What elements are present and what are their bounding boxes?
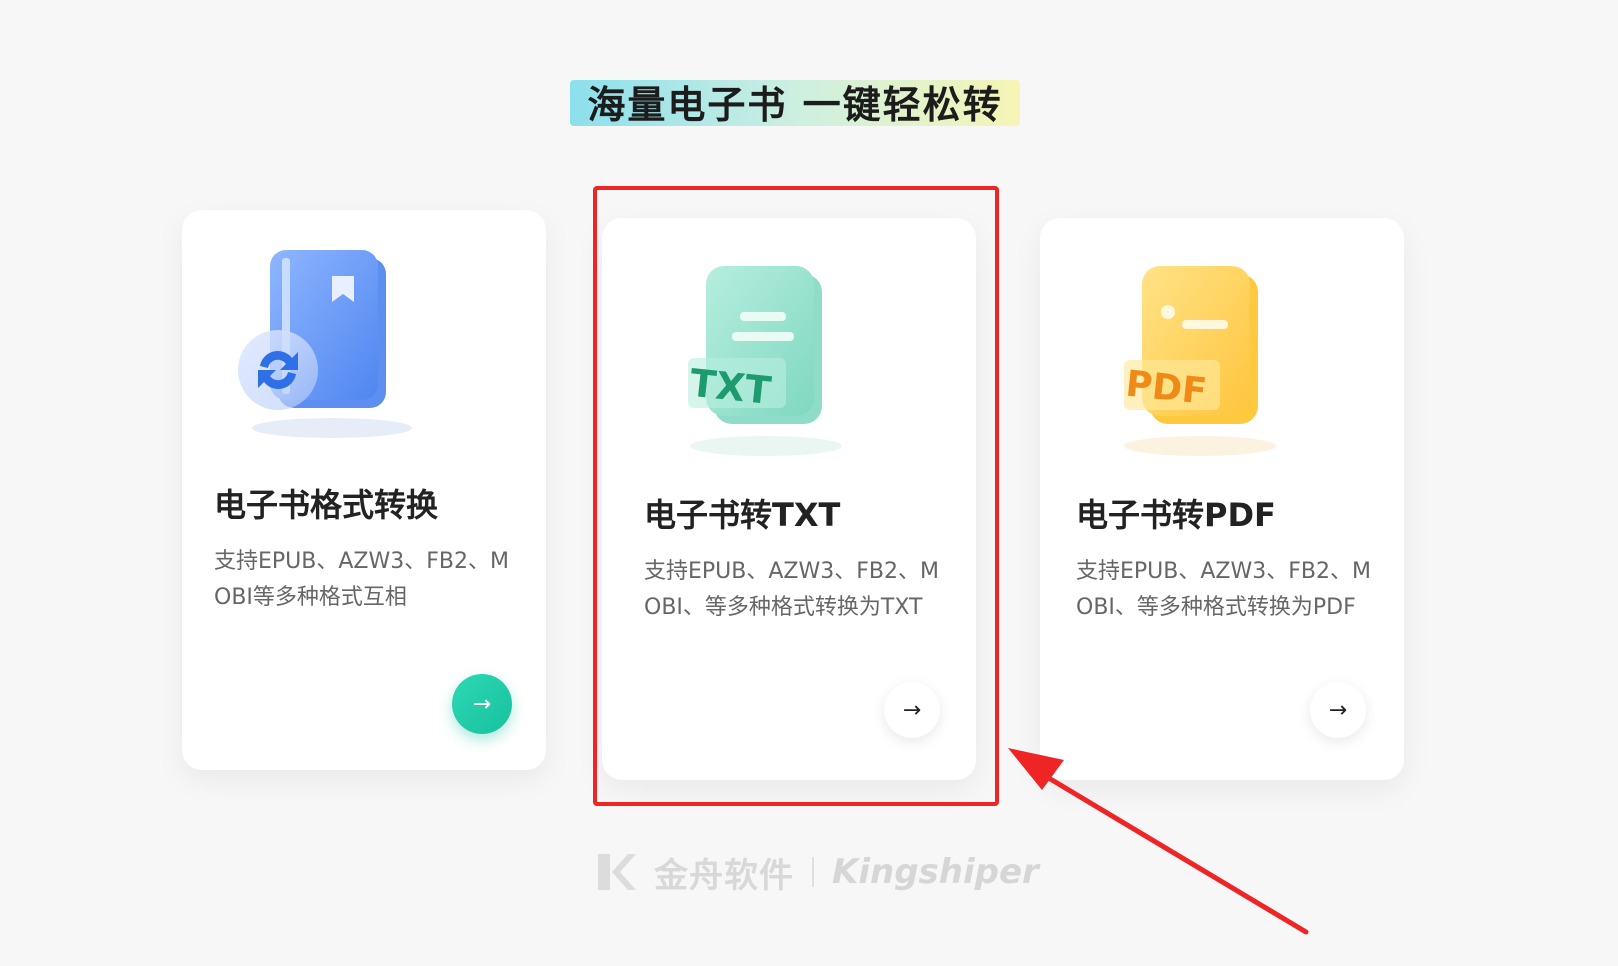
watermark-brand-cn: 金舟软件: [654, 855, 794, 896]
card-ebook-to-pdf[interactable]: PDF 电子书转PDF 支持EPUB、AZW3、FB2、MOBI、等多种格式转换…: [1040, 218, 1404, 780]
go-arrow-button[interactable]: →: [1310, 682, 1366, 738]
watermark-brand-en: Kingshiper: [832, 852, 1039, 892]
ebook-convert-icon: [238, 250, 412, 438]
headline-banner: 海量电子书 一键轻松转: [570, 72, 1020, 130]
watermark: 金舟软件 Kingshiper: [596, 846, 1039, 898]
card-description: 支持EPUB、AZW3、FB2、MOBI、等多种格式转换为PDF: [1076, 559, 1371, 620]
kingshiper-logo-icon: [598, 854, 636, 890]
card-title: 电子书转PDF: [1076, 496, 1276, 534]
card-description: 支持EPUB、AZW3、FB2、MOBI等多种格式互相: [214, 549, 509, 610]
arrow-right-icon: →: [1328, 697, 1348, 723]
card-title: 电子书格式转换: [214, 486, 439, 524]
svg-text:PDF: PDF: [1124, 363, 1209, 412]
watermark-separator: [812, 857, 814, 887]
arrow-right-icon: →: [472, 691, 492, 717]
highlight-box: [593, 186, 999, 806]
go-arrow-button[interactable]: →: [452, 674, 512, 734]
pdf-file-icon: PDF: [1124, 266, 1276, 456]
card-ebook-format-convert[interactable]: 电子书格式转换 支持EPUB、AZW3、FB2、MOBI等多种格式互相 →: [182, 210, 546, 770]
headline-text: 海量电子书 一键轻松转: [587, 82, 1003, 127]
page: 海量电子书 一键轻松转 电子书格式转换 支持EPUB、AZW3、FB2、MOBI…: [0, 0, 1618, 966]
